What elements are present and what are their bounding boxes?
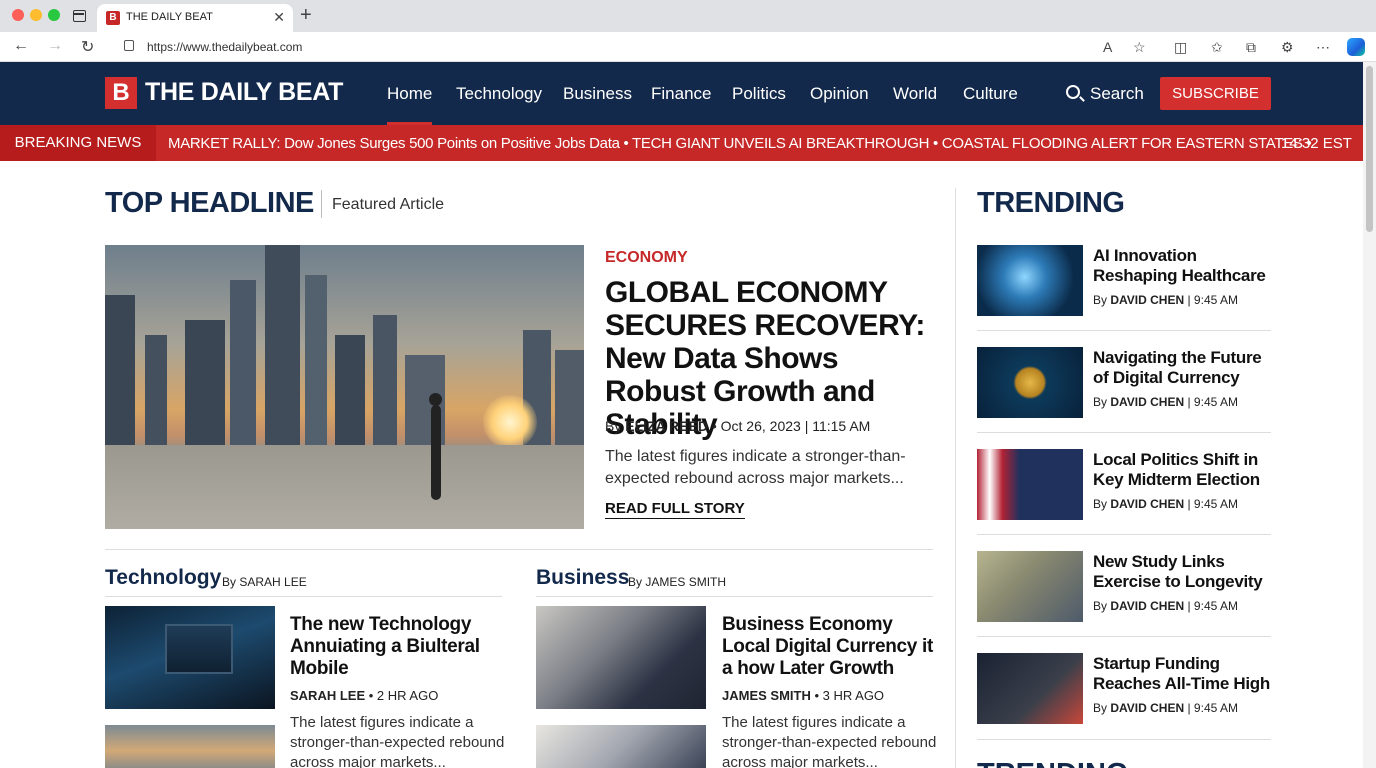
hero-date: • Oct 26, 2023 | 11:15 AM — [711, 418, 871, 434]
trending-thumbnail[interactable] — [977, 653, 1083, 724]
trending-item-title[interactable]: Navigating the Future of Digital Currenc… — [1093, 348, 1278, 388]
trending-thumbnail[interactable] — [977, 551, 1083, 622]
trending-item-title[interactable]: Startup Funding Reaches All-Time High — [1093, 654, 1278, 694]
trending-item-meta: By DAVID CHEN | 9:45 AM — [1093, 497, 1238, 511]
trending-item-title[interactable]: AI Innovation Reshaping Healthcare — [1093, 246, 1278, 286]
search-icon[interactable] — [1066, 85, 1080, 99]
lock-icon[interactable] — [124, 40, 134, 51]
walking-person-icon — [429, 393, 442, 500]
trending-thumbnail[interactable] — [977, 449, 1083, 520]
nav-opinion[interactable]: Opinion — [810, 84, 869, 104]
favicon-icon: B — [106, 11, 120, 25]
favorite-star-icon[interactable]: ☆ — [1133, 39, 1146, 56]
breaking-news-bar: BREAKING NEWS MARKET RALLY: Dow Jones Su… — [0, 125, 1363, 161]
technology-heading[interactable]: Technology — [105, 566, 221, 590]
trending-title-repeat: TRENDING — [977, 758, 1128, 768]
trending-item-meta: By DAVID CHEN | 9:45 AM — [1093, 599, 1238, 613]
city-thumbnail[interactable] — [105, 725, 275, 768]
trending-title: TRENDING — [977, 187, 1125, 219]
sidebar-divider — [955, 188, 956, 768]
divider — [105, 549, 933, 550]
trending-item-title[interactable]: Local Politics Shift in Key Midterm Elec… — [1093, 450, 1278, 490]
browser-tab[interactable]: B THE DAILY BEAT ✕ — [97, 4, 293, 32]
scrollbar-thumb[interactable] — [1366, 66, 1373, 232]
hero-headline[interactable]: GLOBAL ECONOMY SECURES RECOVERY: New Dat… — [605, 276, 935, 441]
trending-item-title[interactable]: New Study Links Exercise to Longevity — [1093, 552, 1278, 592]
nav-technology[interactable]: Technology — [456, 84, 542, 104]
handshake-thumbnail[interactable] — [536, 606, 706, 709]
hero-byline: By ELIZA REED • Oct 26, 2023 | 11:15 AM — [605, 418, 870, 434]
copilot-icon[interactable] — [1347, 38, 1365, 56]
byline-prefix: By — [605, 418, 622, 434]
logo-icon[interactable]: B — [105, 77, 137, 109]
trending-item-meta: By DAVID CHEN | 9:45 AM — [1093, 293, 1238, 307]
sun-icon — [483, 395, 537, 449]
read-aloud-icon[interactable]: A — [1103, 39, 1112, 55]
more-options-icon[interactable]: ⋯ — [1316, 39, 1330, 56]
technology-article-title[interactable]: The new Technology Annuiating a Biultera… — [290, 614, 500, 680]
ticker-time: 14:32 EST — [1281, 135, 1352, 152]
trending-thumbnail[interactable] — [977, 347, 1083, 418]
trending-item-meta: By DAVID CHEN | 9:45 AM — [1093, 395, 1238, 409]
divider — [105, 596, 502, 597]
address-bar: ← → ↻ https://www.thedailybeat.com A ☆ ◫… — [0, 32, 1376, 62]
nav-culture[interactable]: Culture — [963, 84, 1018, 104]
trending-item-meta: By DAVID CHEN | 9:45 AM — [1093, 701, 1238, 715]
divider — [536, 596, 933, 597]
trending-thumbnail[interactable] — [977, 245, 1083, 316]
extensions-icon[interactable]: ⚙ — [1281, 39, 1294, 56]
divider — [977, 432, 1271, 433]
business-article-meta: JAMES SMITH • 3 HR AGO — [722, 688, 885, 703]
collections-icon[interactable]: ⧉ — [1246, 39, 1256, 56]
technology-article-meta: SARAH LEE • 2 HR AGO — [290, 688, 439, 703]
tab-overview-icon[interactable] — [73, 10, 86, 22]
divider — [977, 330, 1271, 331]
divider — [977, 534, 1271, 535]
new-tab-icon[interactable]: + — [300, 4, 312, 27]
close-window-button[interactable] — [12, 9, 24, 21]
section-divider — [321, 190, 322, 218]
nav-home[interactable]: Home — [387, 84, 433, 125]
business-byline: By JAMES SMITH — [628, 575, 727, 589]
section-title: TOP HEADLINE — [105, 187, 314, 219]
site-header: B THE DAILY BEAT Home Technology Busines… — [0, 62, 1363, 125]
technology-article-excerpt: The latest figures indicate a stronger-t… — [290, 714, 505, 768]
nav-politics[interactable]: Politics — [732, 84, 786, 104]
laptop-thumbnail[interactable] — [105, 606, 275, 709]
nav-world[interactable]: World — [893, 84, 937, 104]
subscribe-button[interactable]: SUBSCRIBE — [1160, 77, 1271, 110]
business-heading[interactable]: Business — [536, 566, 629, 590]
divider — [977, 636, 1271, 637]
nav-finance[interactable]: Finance — [651, 84, 711, 104]
technology-byline: By SARAH LEE — [222, 575, 307, 589]
read-full-story-link[interactable]: READ FULL STORY — [605, 500, 745, 519]
hero-image[interactable] — [105, 245, 584, 529]
business-article-title[interactable]: Business Economy Local Digital Currency … — [722, 614, 937, 680]
breaking-news-label: BREAKING NEWS — [0, 125, 156, 161]
back-icon[interactable]: ← — [13, 37, 29, 55]
site-logo-text[interactable]: THE DAILY BEAT — [145, 78, 343, 107]
reload-icon[interactable]: ↻ — [81, 37, 94, 57]
search-button[interactable]: Search — [1090, 84, 1144, 104]
minimize-window-button[interactable] — [30, 9, 42, 21]
hero-category[interactable]: ECONOMY — [605, 249, 688, 267]
split-screen-icon[interactable]: ◫ — [1174, 39, 1187, 56]
tab-title: THE DAILY BEAT — [126, 11, 213, 23]
hero-author[interactable]: ELIZA REED — [625, 418, 708, 434]
nav-business[interactable]: Business — [563, 84, 632, 104]
divider — [977, 739, 1271, 740]
business-article-excerpt: The latest figures indicate a stronger-t… — [722, 714, 937, 768]
office-thumbnail[interactable] — [536, 725, 706, 768]
forward-icon[interactable]: → — [47, 37, 63, 55]
hero-excerpt: The latest figures indicate a stronger-t… — [605, 448, 906, 487]
browser-tab-bar: B THE DAILY BEAT ✕ + — [0, 0, 1376, 32]
favorites-icon[interactable]: ✩ — [1211, 39, 1223, 56]
close-tab-icon[interactable]: ✕ — [273, 9, 285, 26]
url-input[interactable]: https://www.thedailybeat.com — [147, 40, 302, 54]
news-ticker[interactable]: MARKET RALLY: Dow Jones Surges 500 Point… — [168, 135, 1312, 152]
section-subtitle: Featured Article — [332, 196, 445, 213]
maximize-window-button[interactable] — [48, 9, 60, 21]
